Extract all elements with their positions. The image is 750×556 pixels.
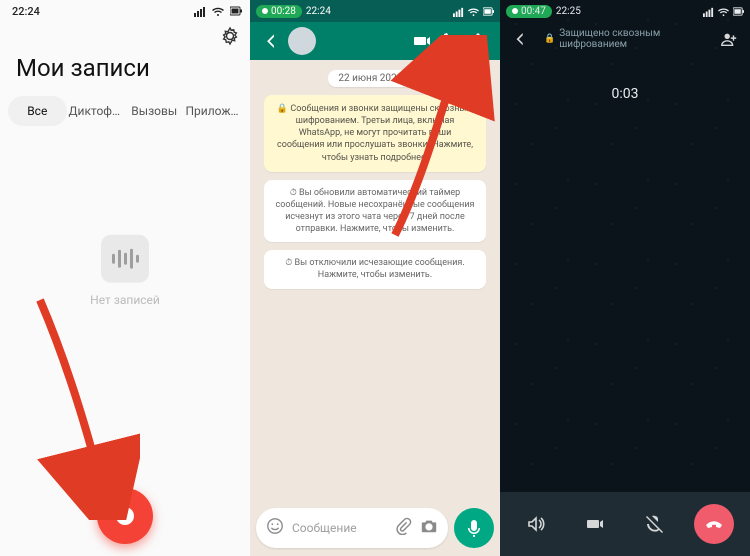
empty-message: Нет записей xyxy=(0,293,250,307)
mute-button[interactable] xyxy=(635,504,675,544)
whatsapp-call-screen: 00:47 22:25 🔒 Защищено сквозным шифрован… xyxy=(500,0,750,556)
gear-icon[interactable] xyxy=(220,26,240,50)
tab-apps[interactable]: Приложения xyxy=(184,96,243,126)
timer-icon: ⏱ xyxy=(285,258,292,268)
recording-pill: 00:47 xyxy=(506,5,552,18)
battery-icon xyxy=(733,6,744,17)
system-message[interactable]: ⏱ Вы отключили исчезающие сообщения. Наж… xyxy=(264,250,486,288)
call-controls xyxy=(500,492,750,556)
status-time: 22:24 xyxy=(306,6,331,17)
encryption-label: 🔒 Защищено сквозным шифрованием xyxy=(544,28,706,50)
recording-pill: 00:28 xyxy=(256,5,302,18)
signal-icon xyxy=(194,5,206,17)
add-person-icon[interactable] xyxy=(716,26,742,52)
chat-body[interactable]: 22 июня 2023 г. 🔒 Сообщения и звонки защ… xyxy=(250,60,500,502)
battery-icon xyxy=(230,5,242,17)
status-time: 22:25 xyxy=(556,6,581,17)
lock-icon: 🔒 xyxy=(277,104,288,114)
timer-icon: ⏱ xyxy=(290,188,297,198)
annotation-arrow-1 xyxy=(20,290,140,520)
date-chip: 22 июня 2023 г. xyxy=(328,70,421,87)
message-input[interactable]: Сообщение xyxy=(256,508,448,548)
attach-icon[interactable] xyxy=(394,517,412,539)
tab-bar: Все Диктофон Вызовы Приложения xyxy=(0,96,250,126)
back-icon[interactable] xyxy=(508,26,534,52)
voice-call-icon[interactable] xyxy=(436,27,464,55)
more-icon[interactable] xyxy=(464,27,492,55)
call-timer: 0:03 xyxy=(500,86,750,102)
doodle-background xyxy=(500,0,750,556)
system-message[interactable]: ⏱ Вы обновили автоматический таймер сооб… xyxy=(264,180,486,243)
mic-button[interactable] xyxy=(454,508,494,548)
signal-icon xyxy=(453,6,464,17)
avatar[interactable] xyxy=(288,27,316,55)
waveform-icon xyxy=(101,235,149,283)
whatsapp-chat-screen: 00:28 22:24 22 июня 2023 г. 🔒 Сообщения … xyxy=(250,0,500,556)
empty-state: Нет записей xyxy=(0,235,250,307)
record-button[interactable] xyxy=(97,488,153,544)
status-time: 22:24 xyxy=(12,5,40,18)
call-top-bar: 🔒 Защищено сквозным шифрованием xyxy=(500,22,750,56)
camera-icon[interactable] xyxy=(420,517,438,539)
tab-dictaphone[interactable]: Диктофон xyxy=(67,96,126,126)
wifi-icon xyxy=(468,6,479,17)
composer-placeholder: Сообщение xyxy=(292,521,386,535)
status-bar: 22:24 xyxy=(0,0,250,22)
chat-app-bar xyxy=(250,22,500,60)
video-toggle-button[interactable] xyxy=(575,504,615,544)
page-title: Мои записи xyxy=(0,50,250,96)
encryption-notice[interactable]: 🔒 Сообщения и звонки защищены сквозным ш… xyxy=(264,95,486,172)
hangup-button[interactable] xyxy=(694,504,734,544)
video-call-icon[interactable] xyxy=(408,27,436,55)
status-bar: 00:28 22:24 xyxy=(250,0,500,22)
speaker-button[interactable] xyxy=(516,504,556,544)
status-bar: 00:47 22:25 xyxy=(500,0,750,22)
lock-icon: 🔒 xyxy=(544,34,555,44)
composer-row: Сообщение xyxy=(256,508,494,548)
back-icon[interactable] xyxy=(258,27,286,55)
wifi-icon xyxy=(212,5,224,17)
recorder-screen: 22:24 Мои записи Все Диктофон Вызовы При… xyxy=(0,0,250,556)
emoji-icon[interactable] xyxy=(266,517,284,539)
wifi-icon xyxy=(718,6,729,17)
tab-calls[interactable]: Вызовы xyxy=(125,96,184,126)
signal-icon xyxy=(703,6,714,17)
battery-icon xyxy=(483,6,494,17)
tab-all[interactable]: Все xyxy=(8,96,67,126)
